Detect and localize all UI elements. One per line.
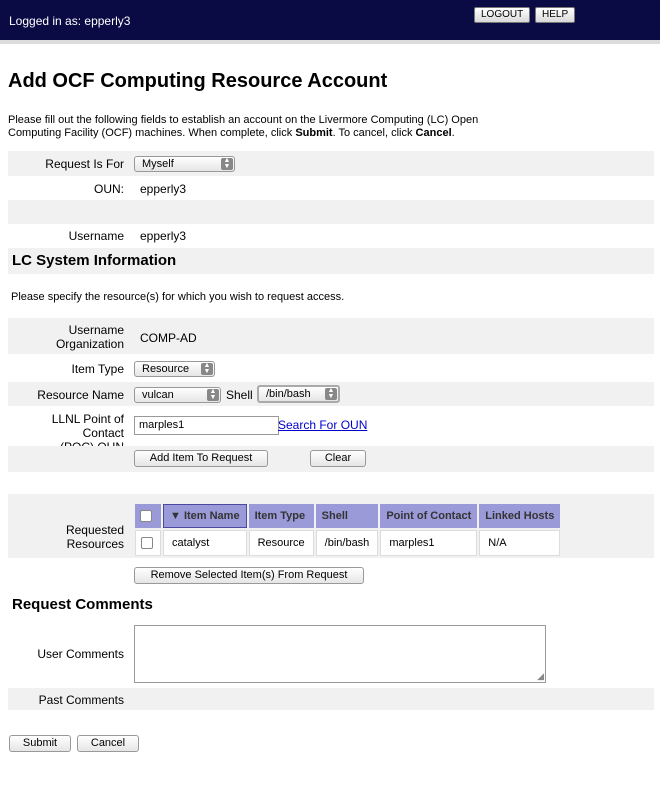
cell-item-type: Resource xyxy=(248,530,314,556)
intro-text: Please fill out the following fields to … xyxy=(8,114,528,140)
comments-section-title: Request Comments xyxy=(12,596,153,613)
table-row: catalyst Resource /bin/bash marples1 N/A xyxy=(135,530,561,556)
past-comments-label: Past Comments xyxy=(38,693,124,707)
cell-linked-hosts: N/A xyxy=(479,530,561,556)
add-item-row: Add Item To Request Clear xyxy=(8,446,654,472)
select-arrows-icon: ▲ ▼ xyxy=(221,157,233,170)
lc-instructions: Please specify the resource(s) for which… xyxy=(11,291,345,303)
select-all-header[interactable] xyxy=(135,504,161,528)
resource-name-row: Resource Name vulcan ▲ ▼ Shell /bin/bash … xyxy=(8,382,654,406)
username-value: epperly3 xyxy=(140,229,187,243)
shell-select[interactable]: /bin/bash ▲ ▼ xyxy=(257,385,340,403)
submit-button[interactable]: Submit xyxy=(9,735,71,752)
org-value: COMP-AD xyxy=(140,331,197,345)
column-header-shell[interactable]: Shell xyxy=(315,504,379,528)
add-item-button[interactable]: Add Item To Request xyxy=(134,450,268,467)
poc-label-line-1: LLNL Point of Contact xyxy=(51,412,124,440)
intro-line-2: Computing Facility (OCF) machines. When … xyxy=(8,127,296,139)
resource-name-label: Resource Name xyxy=(37,388,124,402)
username-row: Username epperly3 xyxy=(8,224,654,246)
org-label: Username Organization xyxy=(56,323,124,351)
item-type-select[interactable]: Resource ▲ ▼ xyxy=(134,361,215,377)
help-button[interactable]: HELP xyxy=(535,7,576,23)
intro-line-2b: . To cancel, click xyxy=(332,127,416,139)
remove-selected-button[interactable]: Remove Selected Item(s) From Request xyxy=(134,567,364,584)
column-header-point-of-contact[interactable]: Point of Contact xyxy=(380,504,478,528)
select-all-checkbox[interactable] xyxy=(140,510,152,523)
poc-input[interactable]: marples1 xyxy=(134,416,279,435)
shell-label: Shell xyxy=(226,388,253,402)
request-for-select[interactable]: Myself ▲ ▼ xyxy=(134,156,235,172)
org-label-line-1: Username xyxy=(68,323,124,337)
requested-resources-label: Requested Resources xyxy=(65,523,124,551)
logout-button[interactable]: LOGOUT xyxy=(474,7,531,23)
lc-section-title: LC System Information xyxy=(12,252,177,269)
oun-row: OUN: epperly3 xyxy=(8,176,654,200)
past-comments-row: Past Comments xyxy=(8,688,654,710)
user-comments-label: User Comments xyxy=(37,647,124,661)
intro-line-2c: . xyxy=(451,127,455,139)
requested-resources-table: ▼ Item Name Item Type Shell Point of Con… xyxy=(133,502,562,558)
column-header-item-type[interactable]: Item Type xyxy=(248,504,314,528)
org-row: Username Organization COMP-AD xyxy=(8,318,654,354)
item-type-row: Item Type Resource ▲ ▼ xyxy=(8,356,654,380)
intro-line-1: Please fill out the following fields to … xyxy=(8,114,479,126)
intro-cancel-word: Cancel xyxy=(415,127,452,139)
cell-item-name: catalyst xyxy=(163,530,247,556)
item-type-value: Resource xyxy=(142,363,190,375)
row-select-cell[interactable] xyxy=(135,530,161,556)
shell-value: /bin/bash xyxy=(266,388,311,400)
user-comments-textarea[interactable]: ◢ xyxy=(134,625,546,683)
cell-shell: /bin/bash xyxy=(315,530,379,556)
comments-section-header: Request Comments xyxy=(8,591,654,617)
cell-point-of-contact: marples1 xyxy=(380,530,478,556)
request-for-value: Myself xyxy=(142,158,174,170)
resize-handle-icon[interactable]: ◢ xyxy=(537,671,544,682)
spacer-row xyxy=(8,200,654,224)
select-arrows-icon: ▲ ▼ xyxy=(207,388,219,401)
resource-name-value: vulcan xyxy=(142,389,174,401)
item-type-label: Item Type xyxy=(71,362,124,376)
table-header-row: ▼ Item Name Item Type Shell Point of Con… xyxy=(135,504,561,528)
row-checkbox[interactable] xyxy=(141,537,153,550)
top-bar-divider xyxy=(0,40,660,44)
clear-button[interactable]: Clear xyxy=(310,450,366,467)
poc-row: LLNL Point of Contact(POC) OUN marples1 … xyxy=(8,408,654,454)
select-arrows-icon: ▲ ▼ xyxy=(325,387,337,400)
username-label: Username xyxy=(68,229,124,243)
column-header-linked-hosts[interactable]: Linked Hosts xyxy=(479,504,561,528)
lc-section-header: LC System Information xyxy=(8,248,654,274)
oun-label: OUN: xyxy=(94,182,124,196)
org-label-line-2: Organization xyxy=(55,337,124,351)
logged-in-text: Logged in as: epperly3 xyxy=(9,14,131,28)
cancel-button[interactable]: Cancel xyxy=(77,735,139,752)
select-arrows-icon: ▲ ▼ xyxy=(201,362,213,375)
top-bar: Logged in as: epperly3 LOGOUT HELP xyxy=(0,0,660,40)
search-oun-link[interactable]: Search For OUN xyxy=(278,418,367,432)
oun-value: epperly3 xyxy=(140,182,187,196)
page-title: Add OCF Computing Resource Account xyxy=(8,70,388,92)
request-for-row: Request Is For Myself ▲ ▼ xyxy=(8,151,654,176)
intro-submit-word: Submit xyxy=(295,127,333,139)
resource-name-select[interactable]: vulcan ▲ ▼ xyxy=(134,387,221,403)
column-header-item-name[interactable]: ▼ Item Name xyxy=(163,504,247,528)
request-for-label: Request Is For xyxy=(45,157,124,171)
